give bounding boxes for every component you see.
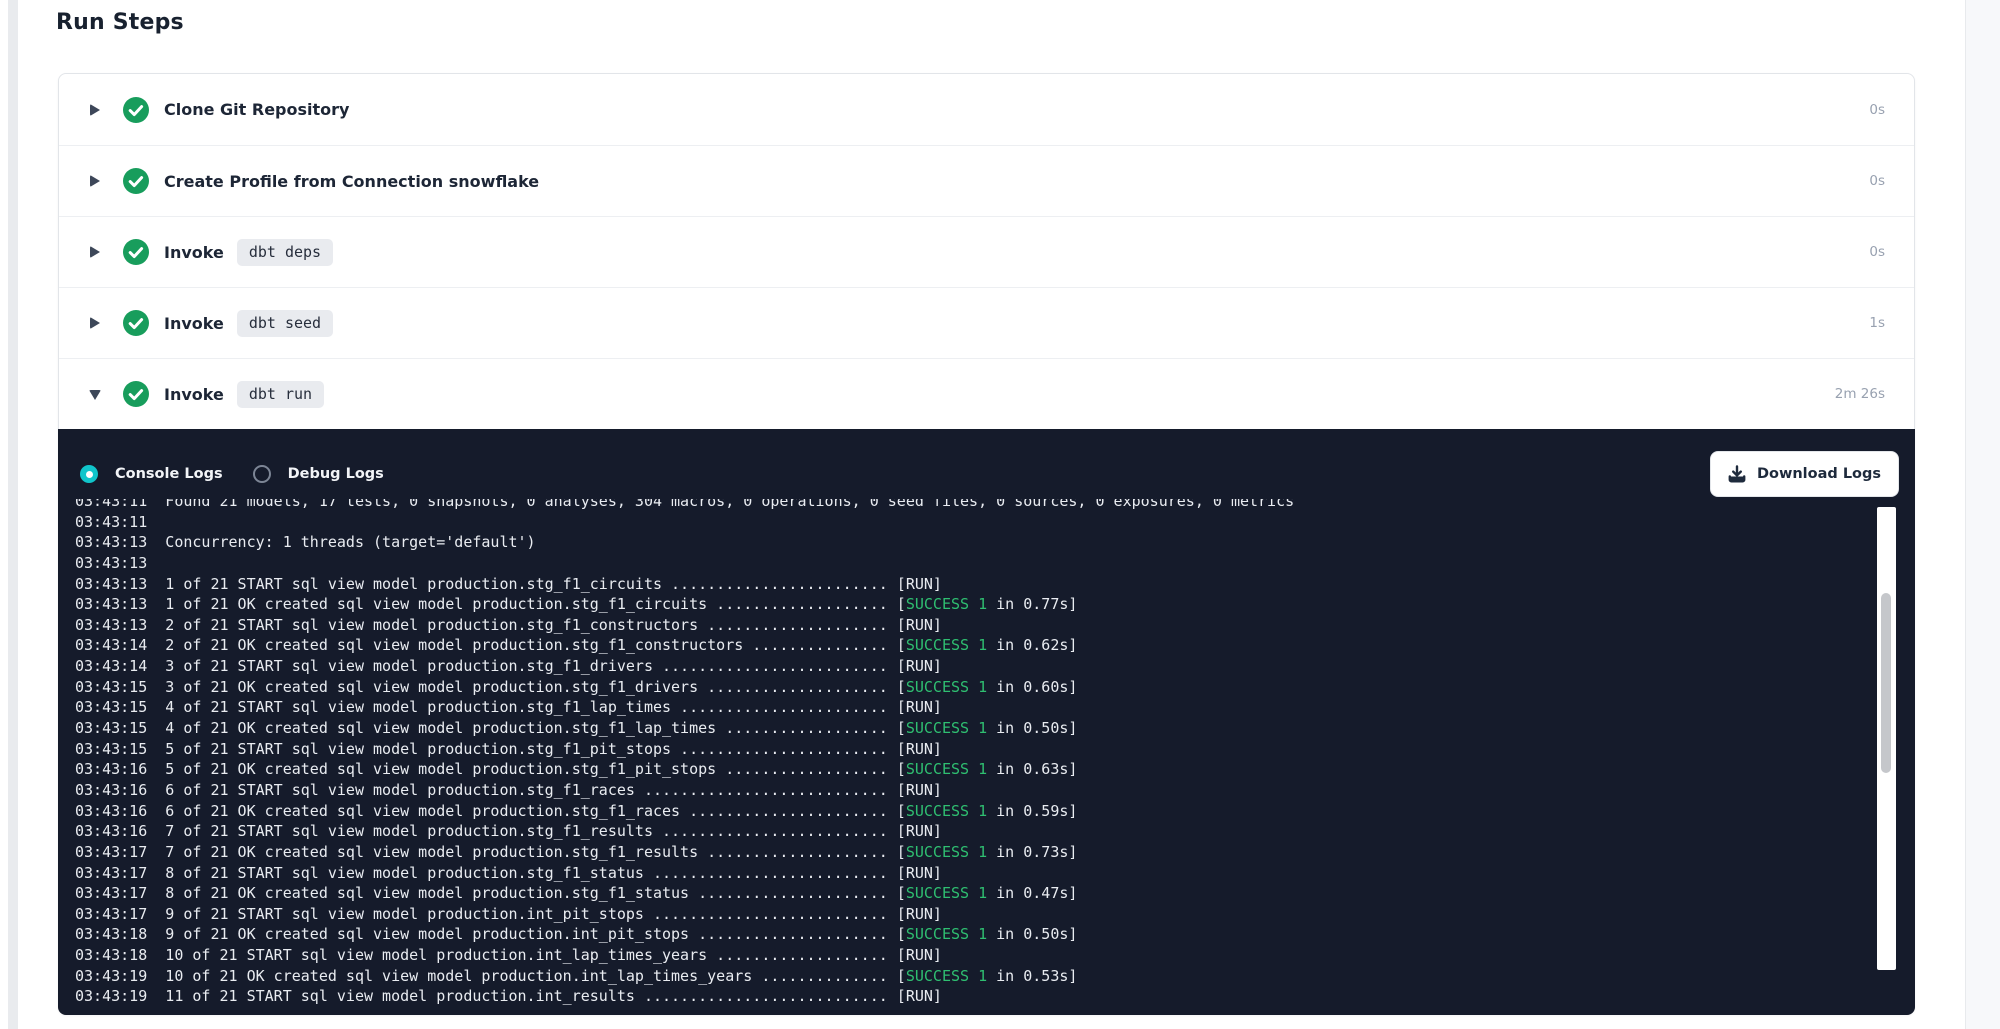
radio-selected-icon[interactable] (80, 465, 98, 483)
step-row[interactable]: Clone Git Repository 0s (59, 74, 1914, 145)
log-line: 03:43:13 (75, 553, 1835, 574)
log-line: 03:43:14 2 of 21 OK created sql view mod… (75, 635, 1835, 656)
step-label: Clone Git Repository (164, 100, 349, 119)
caret-down-icon[interactable] (89, 387, 101, 401)
success-status-text: SUCCESS 1 (906, 760, 987, 778)
log-console[interactable]: 03:43:11 Found 21 models, 17 tests, 0 sn… (75, 499, 1835, 1005)
step-duration: 0s (1869, 244, 1885, 260)
caret-right-icon[interactable] (89, 316, 101, 330)
left-gutter (8, 0, 18, 1029)
success-status-text: SUCCESS 1 (906, 678, 987, 696)
success-status-text: SUCCESS 1 (906, 925, 987, 943)
log-line: 03:43:15 3 of 21 OK created sql view mod… (75, 677, 1835, 698)
success-check-icon (123, 239, 149, 265)
step-row[interactable]: Invoke dbt run 2m 26s (59, 358, 1914, 429)
success-status-text: SUCCESS 1 (906, 967, 987, 985)
success-check-icon (123, 97, 149, 123)
log-line: 03:43:18 9 of 21 OK created sql view mod… (75, 924, 1835, 945)
log-line: 03:43:15 4 of 21 START sql view model pr… (75, 697, 1835, 718)
step-label: Invoke (164, 385, 224, 404)
log-line: 03:43:13 Concurrency: 1 threads (target=… (75, 532, 1835, 553)
success-status-text: SUCCESS 1 (906, 843, 987, 861)
step-command-chip: dbt run (237, 381, 324, 408)
step-duration: 2m 26s (1835, 386, 1885, 402)
log-line: 03:43:17 8 of 21 START sql view model pr… (75, 863, 1835, 884)
caret-right-icon[interactable] (89, 245, 101, 259)
console-logs-option[interactable]: Console Logs (80, 465, 223, 483)
step-label: Invoke (164, 243, 224, 262)
caret-right-icon[interactable] (89, 174, 101, 188)
step-label: Invoke (164, 314, 224, 333)
right-gutter (1965, 0, 2000, 1029)
log-line: 03:43:11 (75, 512, 1835, 533)
success-check-icon (123, 310, 149, 336)
log-line: 03:43:14 3 of 21 START sql view model pr… (75, 656, 1835, 677)
log-line: 03:43:17 8 of 21 OK created sql view mod… (75, 883, 1835, 904)
success-check-icon (123, 168, 149, 194)
download-logs-button[interactable]: Download Logs (1710, 451, 1899, 497)
success-status-text: SUCCESS 1 (906, 884, 987, 902)
log-line: 03:43:13 1 of 21 OK created sql view mod… (75, 594, 1835, 615)
log-line: 03:43:18 10 of 21 START sql view model p… (75, 945, 1835, 966)
log-line: 03:43:19 11 of 21 START sql view model p… (75, 986, 1835, 1005)
debug-logs-option[interactable]: Debug Logs (253, 465, 384, 483)
step-duration: 1s (1869, 315, 1885, 331)
run-steps-card: Clone Git Repository0sCreate Profile fro… (58, 73, 1915, 1015)
page-title: Run Steps (56, 10, 184, 35)
step-row[interactable]: Create Profile from Connection snowflake… (59, 145, 1914, 216)
log-line: 03:43:19 10 of 21 OK created sql view mo… (75, 966, 1835, 987)
log-view-option-label: Debug Logs (288, 466, 384, 482)
step-label: Create Profile from Connection snowflake (164, 172, 539, 191)
success-status-text: SUCCESS 1 (906, 802, 987, 820)
log-line: 03:43:16 7 of 21 START sql view model pr… (75, 821, 1835, 842)
success-status-text: SUCCESS 1 (906, 719, 987, 737)
download-icon (1728, 465, 1746, 483)
success-status-text: SUCCESS 1 (906, 595, 987, 613)
log-line: 03:43:11 Found 21 models, 17 tests, 0 sn… (75, 499, 1835, 512)
step-row[interactable]: Invoke dbt seed 1s (59, 287, 1914, 358)
log-panel: Console Logs Debug Logs Download Logs 03:… (58, 429, 1915, 1015)
log-scrollbar-track[interactable] (1877, 507, 1896, 970)
caret-right-icon[interactable] (89, 103, 101, 117)
step-duration: 0s (1869, 173, 1885, 189)
log-line: 03:43:17 9 of 21 START sql view model pr… (75, 904, 1835, 925)
step-command-chip: dbt seed (237, 310, 333, 337)
log-line: 03:43:16 6 of 21 START sql view model pr… (75, 780, 1835, 801)
step-row[interactable]: Invoke dbt deps 0s (59, 216, 1914, 287)
download-logs-label: Download Logs (1757, 466, 1881, 482)
log-line: 03:43:13 1 of 21 START sql view model pr… (75, 574, 1835, 595)
success-status-text: SUCCESS 1 (906, 636, 987, 654)
log-line: 03:43:17 7 of 21 OK created sql view mod… (75, 842, 1835, 863)
success-check-icon (123, 381, 149, 407)
step-rows: Clone Git Repository0sCreate Profile fro… (59, 74, 1914, 429)
log-line: 03:43:15 5 of 21 START sql view model pr… (75, 739, 1835, 760)
log-line: 03:43:15 4 of 21 OK created sql view mod… (75, 718, 1835, 739)
log-scrollbar-thumb[interactable] (1881, 593, 1891, 773)
step-duration: 0s (1869, 102, 1885, 118)
log-line: 03:43:16 5 of 21 OK created sql view mod… (75, 759, 1835, 780)
step-command-chip: dbt deps (237, 239, 333, 266)
log-view-option-label: Console Logs (115, 466, 223, 482)
log-line: 03:43:16 6 of 21 OK created sql view mod… (75, 801, 1835, 822)
log-view-options: Console Logs Debug Logs (80, 465, 384, 483)
log-line: 03:43:13 2 of 21 START sql view model pr… (75, 615, 1835, 636)
radio-unselected-icon[interactable] (253, 465, 271, 483)
